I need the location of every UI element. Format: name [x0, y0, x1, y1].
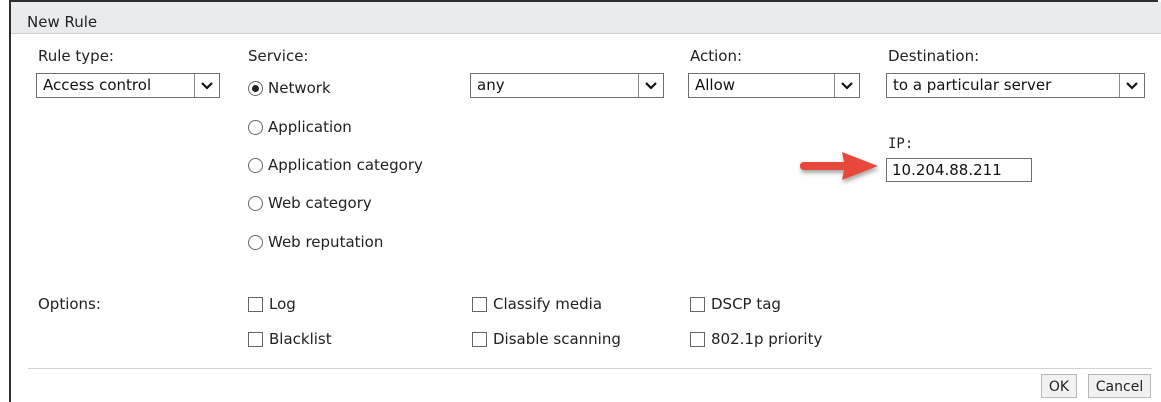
checkbox[interactable] — [472, 331, 487, 347]
radio-button[interactable] — [248, 157, 263, 173]
network-service-select[interactable]: any — [470, 73, 664, 98]
checkbox[interactable] — [248, 296, 263, 312]
chevron-down-icon[interactable] — [638, 74, 663, 97]
red-arrow-icon — [800, 152, 878, 180]
checkbox-classify-media-label: Classify media — [493, 295, 603, 313]
action-value: Allow — [695, 76, 736, 94]
destination-label: Destination: — [888, 47, 980, 65]
dialog-titlebar — [11, 2, 1161, 34]
network-service-value: any — [477, 76, 505, 94]
radio-button[interactable] — [248, 234, 263, 250]
rule-type-label: Rule type: — [38, 47, 114, 65]
checkbox-blacklist[interactable]: Blacklist — [248, 330, 332, 348]
checkbox-disable-scanning-label: Disable scanning — [493, 330, 621, 348]
radio-button[interactable] — [248, 80, 263, 96]
footer-divider — [28, 368, 1152, 369]
destination-select[interactable]: to a particular server — [886, 73, 1145, 98]
service-label: Service: — [248, 47, 309, 65]
ok-button[interactable]: OK — [1041, 374, 1077, 398]
checkbox-log[interactable]: Log — [248, 295, 296, 313]
checkbox-dscp-tag[interactable]: DSCP tag — [690, 295, 781, 313]
radio-web-category[interactable]: Web category — [248, 194, 372, 212]
checkbox[interactable] — [690, 296, 705, 312]
checkbox[interactable] — [690, 331, 705, 347]
radio-network-label: Network — [268, 79, 331, 97]
chevron-down-icon[interactable] — [1119, 74, 1144, 97]
checkbox-blacklist-label: Blacklist — [269, 330, 332, 348]
checkbox-8021p-priority[interactable]: 802.1p priority — [690, 330, 822, 348]
rule-type-value: Access control — [43, 76, 152, 94]
checkbox-8021p-priority-label: 802.1p priority — [711, 330, 823, 348]
radio-application-category-label: Application category — [268, 156, 423, 174]
ip-label: IP: — [888, 136, 914, 152]
radio-web-reputation-label: Web reputation — [268, 233, 384, 251]
options-label: Options: — [38, 295, 101, 313]
radio-web-reputation[interactable]: Web reputation — [248, 233, 383, 251]
radio-web-category-label: Web category — [268, 194, 372, 212]
chevron-down-icon[interactable] — [194, 74, 219, 97]
checkbox[interactable] — [248, 331, 263, 347]
radio-application-label: Application — [268, 118, 352, 136]
radio-network[interactable]: Network — [248, 79, 331, 97]
checkbox-disable-scanning[interactable]: Disable scanning — [472, 330, 621, 348]
radio-application[interactable]: Application — [248, 118, 352, 136]
checkbox[interactable] — [472, 296, 487, 312]
action-select[interactable]: Allow — [688, 73, 860, 98]
ip-input[interactable] — [886, 158, 1032, 182]
radio-button[interactable] — [248, 195, 263, 211]
destination-value: to a particular server — [893, 76, 1052, 94]
checkbox-classify-media[interactable]: Classify media — [472, 295, 602, 313]
action-label: Action: — [690, 47, 743, 65]
cancel-button[interactable]: Cancel — [1088, 374, 1151, 398]
radio-application-category[interactable]: Application category — [248, 156, 423, 174]
checkbox-dscp-tag-label: DSCP tag — [711, 295, 781, 313]
chevron-down-icon[interactable] — [834, 74, 859, 97]
checkbox-log-label: Log — [269, 295, 296, 313]
radio-button[interactable] — [248, 119, 263, 135]
dialog-title: New Rule — [27, 13, 98, 31]
rule-type-select[interactable]: Access control — [36, 73, 220, 98]
